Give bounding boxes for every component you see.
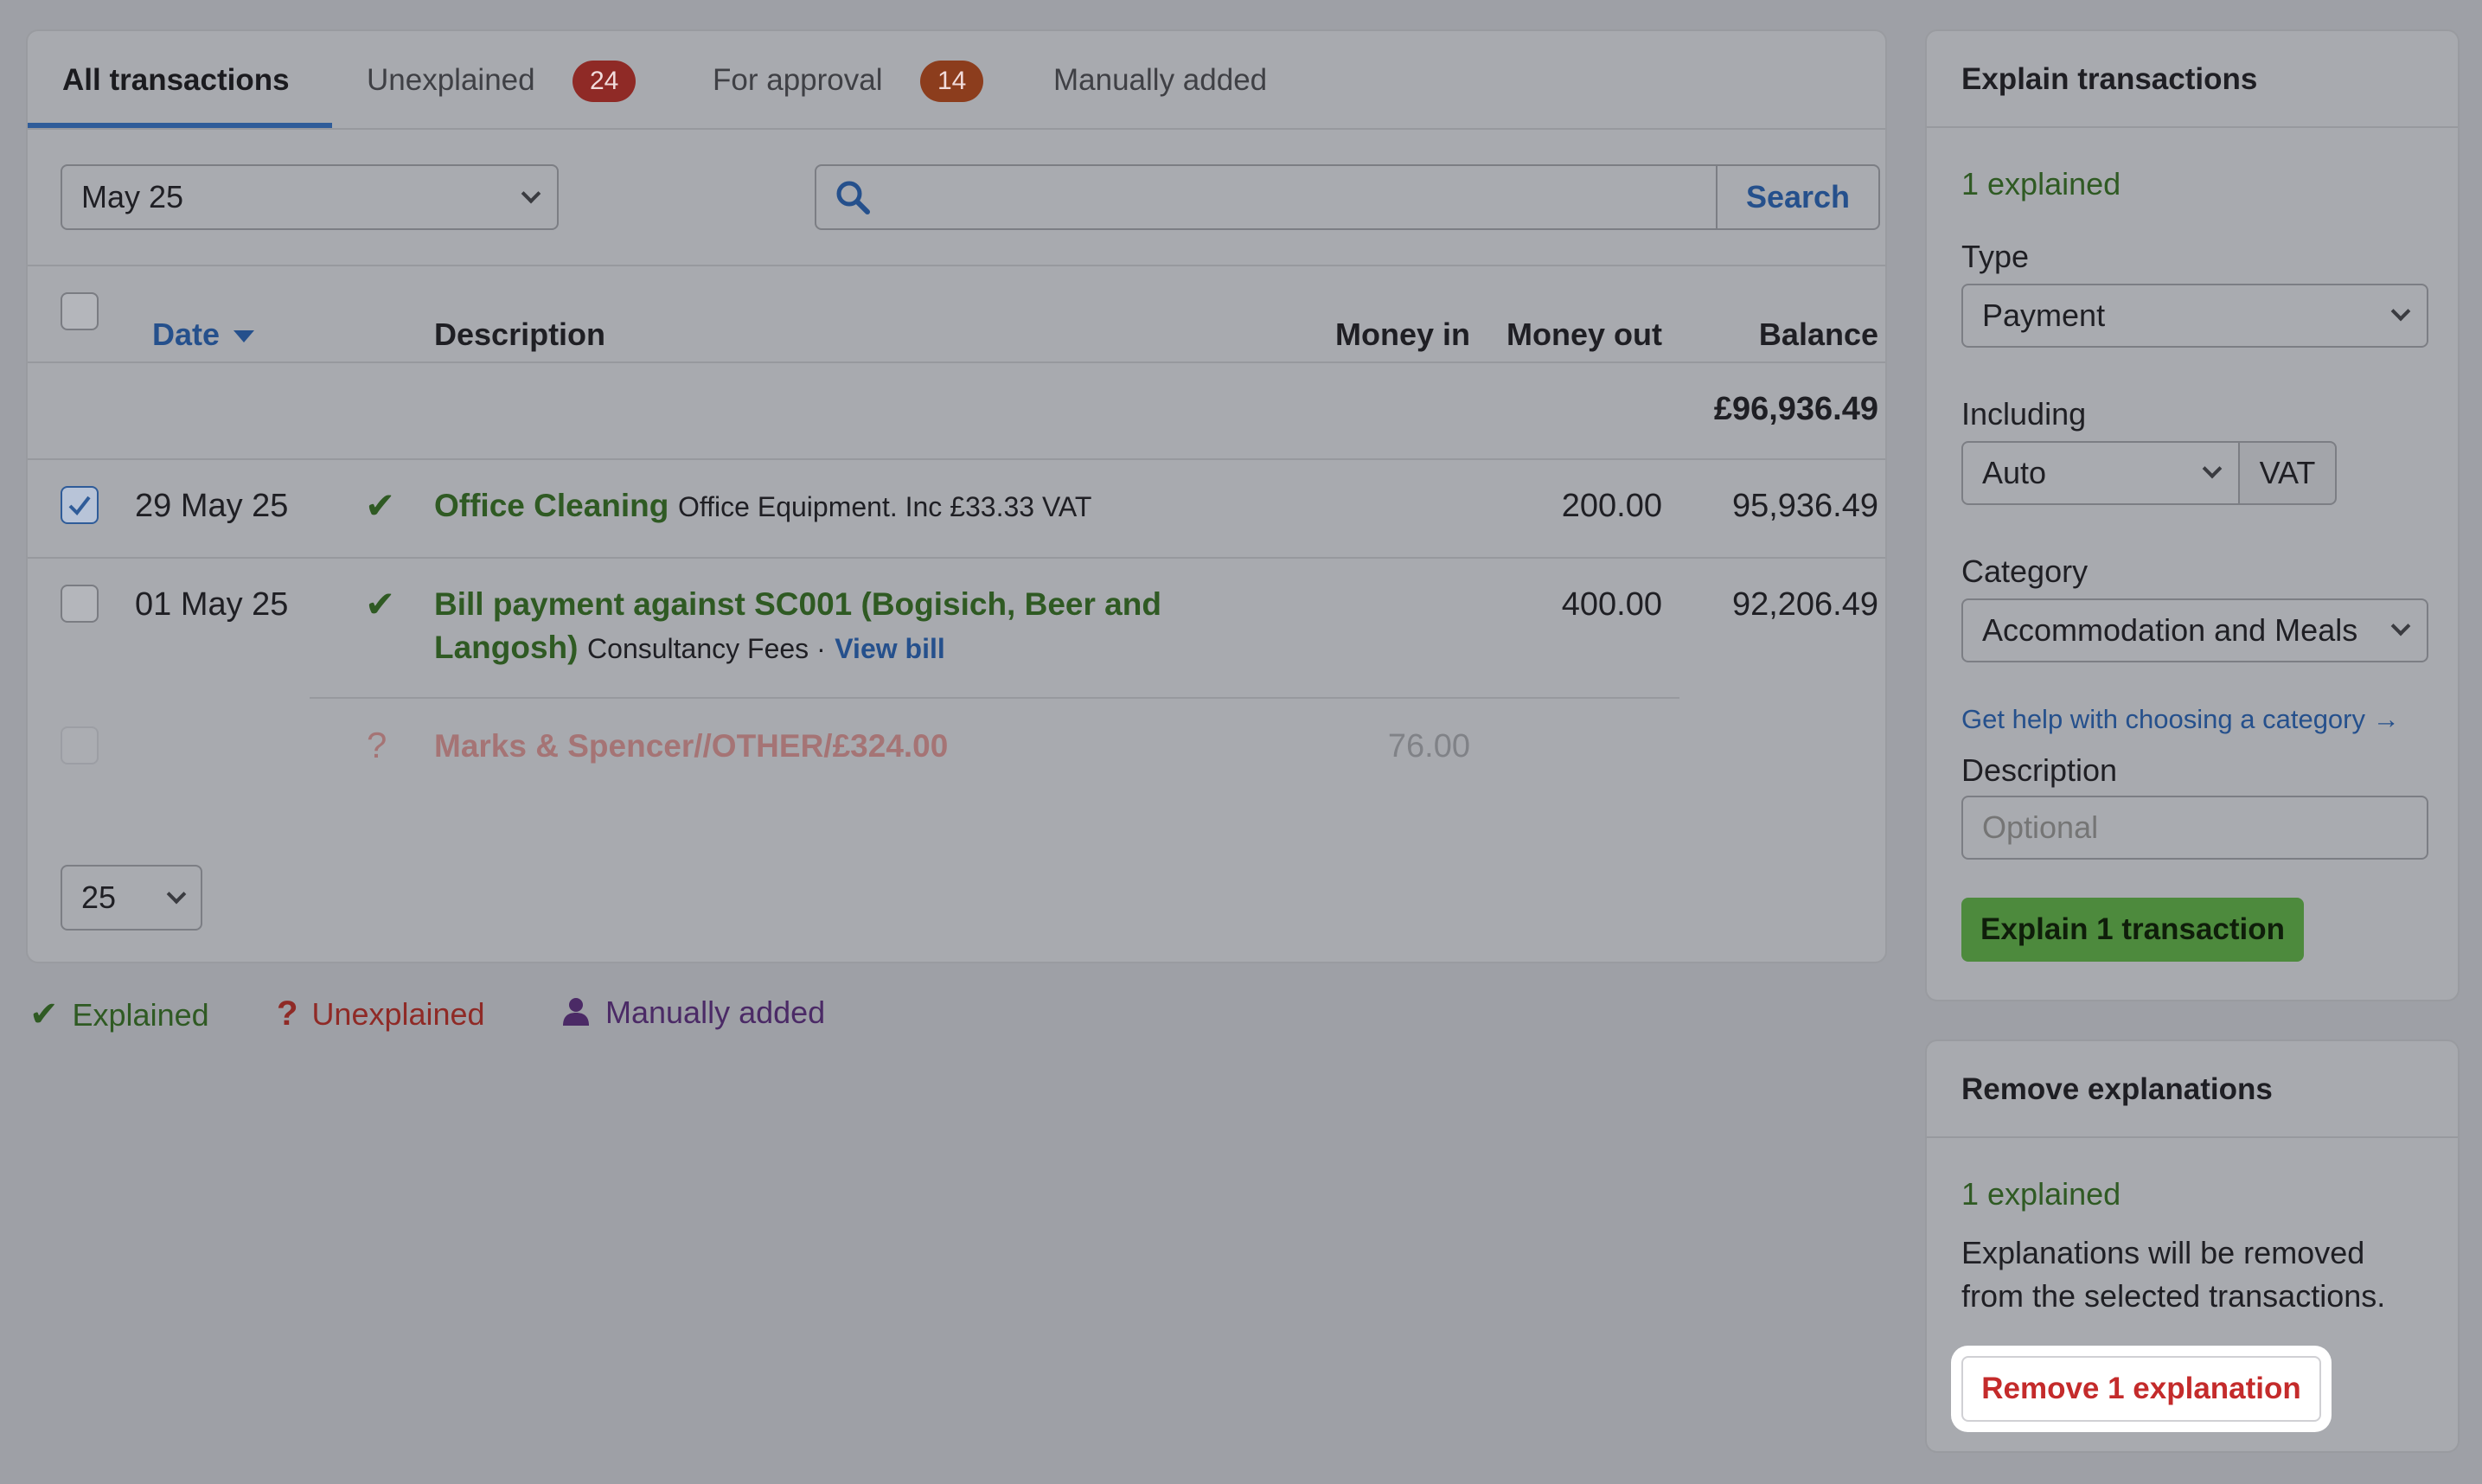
row-checkbox-disabled [61, 726, 99, 764]
approval-count-badge: 14 [920, 61, 984, 102]
unexplained-count-badge: 24 [573, 61, 636, 102]
chevron-down-icon [166, 884, 187, 905]
chevron-down-icon [2202, 458, 2223, 479]
divider [1927, 1136, 2458, 1138]
sort-desc-icon [233, 330, 255, 343]
search-button[interactable]: Search [1718, 166, 1878, 228]
tab-bar: All transactions Unexplained 24 For appr… [28, 31, 1885, 130]
remove-explanation-button[interactable]: Remove 1 explanation [1961, 1356, 2321, 1422]
row-title-line2[interactable]: Langosh) [434, 630, 578, 665]
person-icon [563, 998, 589, 1026]
tab-for-approval[interactable]: For approval [713, 31, 882, 130]
legend-explained: ✔ Explained [29, 995, 209, 1034]
remove-explanations-panel: Remove explanations 1 explained Explanat… [1925, 1039, 2460, 1453]
explain-transactions-panel: Explain transactions 1 explained Type Pa… [1925, 29, 2460, 1001]
divider [28, 557, 1885, 559]
page-size-value: 25 [81, 880, 117, 915]
view-bill-link[interactable]: View bill [835, 633, 944, 664]
money-out-column-header: Money out [1506, 317, 1662, 352]
including-select-value: Auto [1982, 455, 2047, 490]
divider [28, 265, 1885, 266]
legend-unexplained: ? Unexplained [277, 995, 485, 1033]
row-balance: 95,936.49 [1731, 488, 1878, 524]
checkmark-icon [68, 496, 91, 516]
type-label: Type [1961, 239, 2030, 274]
balance-column-header: Balance [1758, 317, 1878, 352]
check-icon: ✔ [365, 485, 396, 526]
month-select-value: May 25 [81, 179, 184, 214]
including-label: Including [1961, 396, 2087, 432]
tab-manually-added[interactable]: Manually added [1053, 31, 1267, 130]
category-select-value: Accommodation and Meals [1982, 612, 2358, 648]
row-date: 29 May 25 [135, 488, 289, 524]
legend-manual: Manually added [560, 995, 825, 1031]
search-input[interactable] [882, 171, 1704, 223]
question-icon: ? [277, 995, 298, 1033]
row-checkbox[interactable] [61, 585, 99, 623]
legend-unexplained-label: Unexplained [311, 996, 485, 1032]
date-header-label: Date [152, 317, 221, 352]
tab-all-transactions[interactable]: All transactions [62, 31, 290, 130]
select-all-checkbox[interactable] [61, 292, 99, 330]
divider [28, 361, 1885, 363]
search-icon [836, 181, 870, 214]
row-balance: 92,206.49 [1731, 586, 1878, 623]
check-icon: ✔ [29, 995, 59, 1033]
tab-label: Manually added [1053, 63, 1268, 97]
check-icon: ✔ [365, 584, 396, 624]
remove-message-line1: Explanations will be removed [1961, 1235, 2365, 1270]
row-detail: Consultancy Fees · [587, 633, 826, 664]
category-select[interactable]: Accommodation and Meals [1961, 598, 2428, 662]
row-title-link[interactable]: Office Cleaning [434, 488, 668, 523]
type-select[interactable]: Payment [1961, 284, 2428, 348]
search-field: Search [815, 164, 1880, 230]
row-detail: Office Equipment. Inc £33.33 VAT [677, 491, 1092, 522]
category-help-link[interactable]: Get help with choosing a category → [1961, 704, 2400, 735]
opening-balance: £96,936.49 [1713, 391, 1878, 427]
chevron-down-icon [2390, 616, 2411, 636]
panel-title: Remove explanations [1961, 1072, 2273, 1106]
description-label: Description [1961, 752, 2118, 788]
row-checkbox[interactable] [61, 486, 99, 524]
divider [1927, 126, 2458, 128]
row-money-out: 400.00 [1561, 586, 1662, 623]
row-title-link[interactable]: Bill payment against SC001 (Bogisich, Be… [434, 586, 1161, 624]
tab-unexplained[interactable]: Unexplained [367, 31, 535, 130]
panel-title: Explain transactions [1961, 62, 2258, 96]
chevron-down-icon [521, 183, 541, 204]
row-date: 01 May 25 [135, 586, 289, 623]
vat-addon: VAT [2238, 441, 2337, 505]
date-column-header[interactable]: Date [152, 317, 255, 353]
chevron-down-icon [2390, 301, 2411, 322]
month-select[interactable]: May 25 [61, 164, 559, 230]
active-tab-indicator [28, 123, 332, 128]
divider [310, 697, 1679, 699]
question-icon: ? [367, 725, 387, 765]
description-input[interactable] [1961, 796, 2428, 860]
divider [28, 458, 1885, 460]
row-money-in: 76.00 [1387, 728, 1470, 764]
row-money-out: 200.00 [1561, 488, 1662, 524]
tab-label: For approval [713, 63, 883, 97]
tab-label: Unexplained [367, 63, 535, 97]
legend-explained-label: Explained [72, 997, 209, 1033]
legend-manual-label: Manually added [605, 995, 826, 1030]
tab-label: All transactions [62, 63, 290, 97]
row-description: Langosh) Consultancy Fees · View bill [434, 630, 945, 667]
category-label: Category [1961, 553, 2089, 589]
explained-count: 1 explained [1961, 166, 2121, 201]
row-title: Marks & Spencer//OTHER/£324.00 [434, 728, 949, 764]
page-size-select[interactable]: 25 [61, 865, 202, 931]
row-description: Office Cleaning Office Equipment. Inc £3… [434, 488, 1091, 525]
including-select[interactable]: Auto [1961, 441, 2240, 505]
type-select-value: Payment [1982, 297, 2106, 333]
row-title-line1: Bill payment against SC001 (Bogisich, Be… [434, 586, 1161, 622]
description-column-header: Description [434, 317, 606, 352]
remove-message-line2: from the selected transactions. [1961, 1278, 2386, 1314]
transactions-panel: All transactions Unexplained 24 For appr… [26, 29, 1887, 963]
explained-count: 1 explained [1961, 1176, 2121, 1212]
explain-transaction-button[interactable]: Explain 1 transaction [1961, 898, 2304, 962]
money-in-column-header: Money in [1334, 317, 1470, 352]
